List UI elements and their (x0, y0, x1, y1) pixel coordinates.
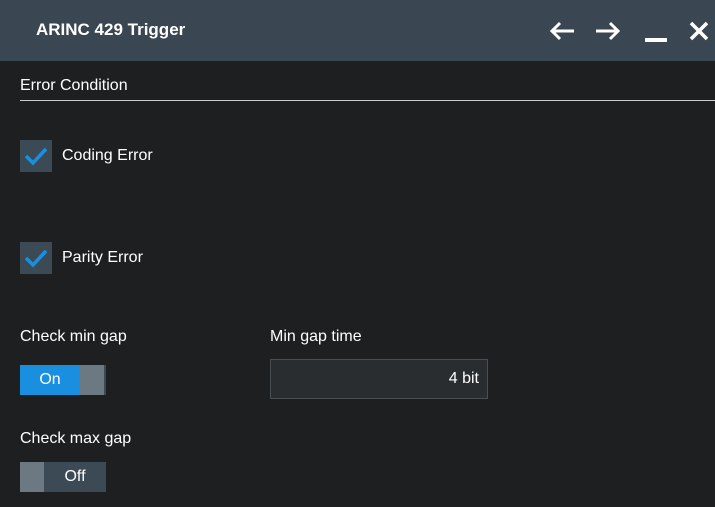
toggle-off-state: Off (64, 468, 86, 485)
check-min-gap-label: Check min gap (20, 328, 127, 345)
min-gap-time-label: Min gap time (270, 328, 362, 345)
arrow-left-icon (549, 21, 574, 41)
forward-button[interactable] (594, 18, 622, 44)
parity-error-checkbox-row[interactable]: Parity Error (20, 242, 143, 274)
parity-error-checkbox[interactable] (20, 242, 52, 274)
close-icon (689, 21, 709, 41)
check-max-gap-label: Check max gap (20, 430, 132, 447)
check-max-gap-toggle[interactable]: Off (20, 462, 106, 492)
toggle-knob (80, 365, 104, 395)
minimize-button[interactable] (642, 18, 670, 44)
min-gap-time-value: 4 bit (448, 370, 479, 387)
section-title: Error Condition (20, 77, 128, 94)
arrow-right-icon (596, 21, 621, 41)
coding-error-label: Coding Error (62, 147, 153, 164)
checkmark-icon (24, 147, 48, 166)
coding-error-checkbox-row[interactable]: Coding Error (20, 140, 153, 172)
back-button[interactable] (548, 18, 576, 44)
coding-error-checkbox[interactable] (20, 140, 52, 172)
toggle-on-state: On (20, 365, 80, 395)
parity-error-label: Parity Error (62, 249, 143, 266)
check-min-gap-toggle[interactable]: On (20, 365, 106, 395)
close-button[interactable] (686, 18, 714, 44)
window-title: ARINC 429 Trigger (36, 20, 186, 39)
window-titlebar: ARINC 429 Trigger (0, 0, 715, 61)
section-divider (20, 100, 715, 101)
checkmark-icon (24, 249, 48, 268)
min-gap-time-input[interactable]: 4 bit (270, 359, 488, 399)
minimize-icon (645, 38, 667, 42)
toggle-knob (20, 462, 44, 492)
